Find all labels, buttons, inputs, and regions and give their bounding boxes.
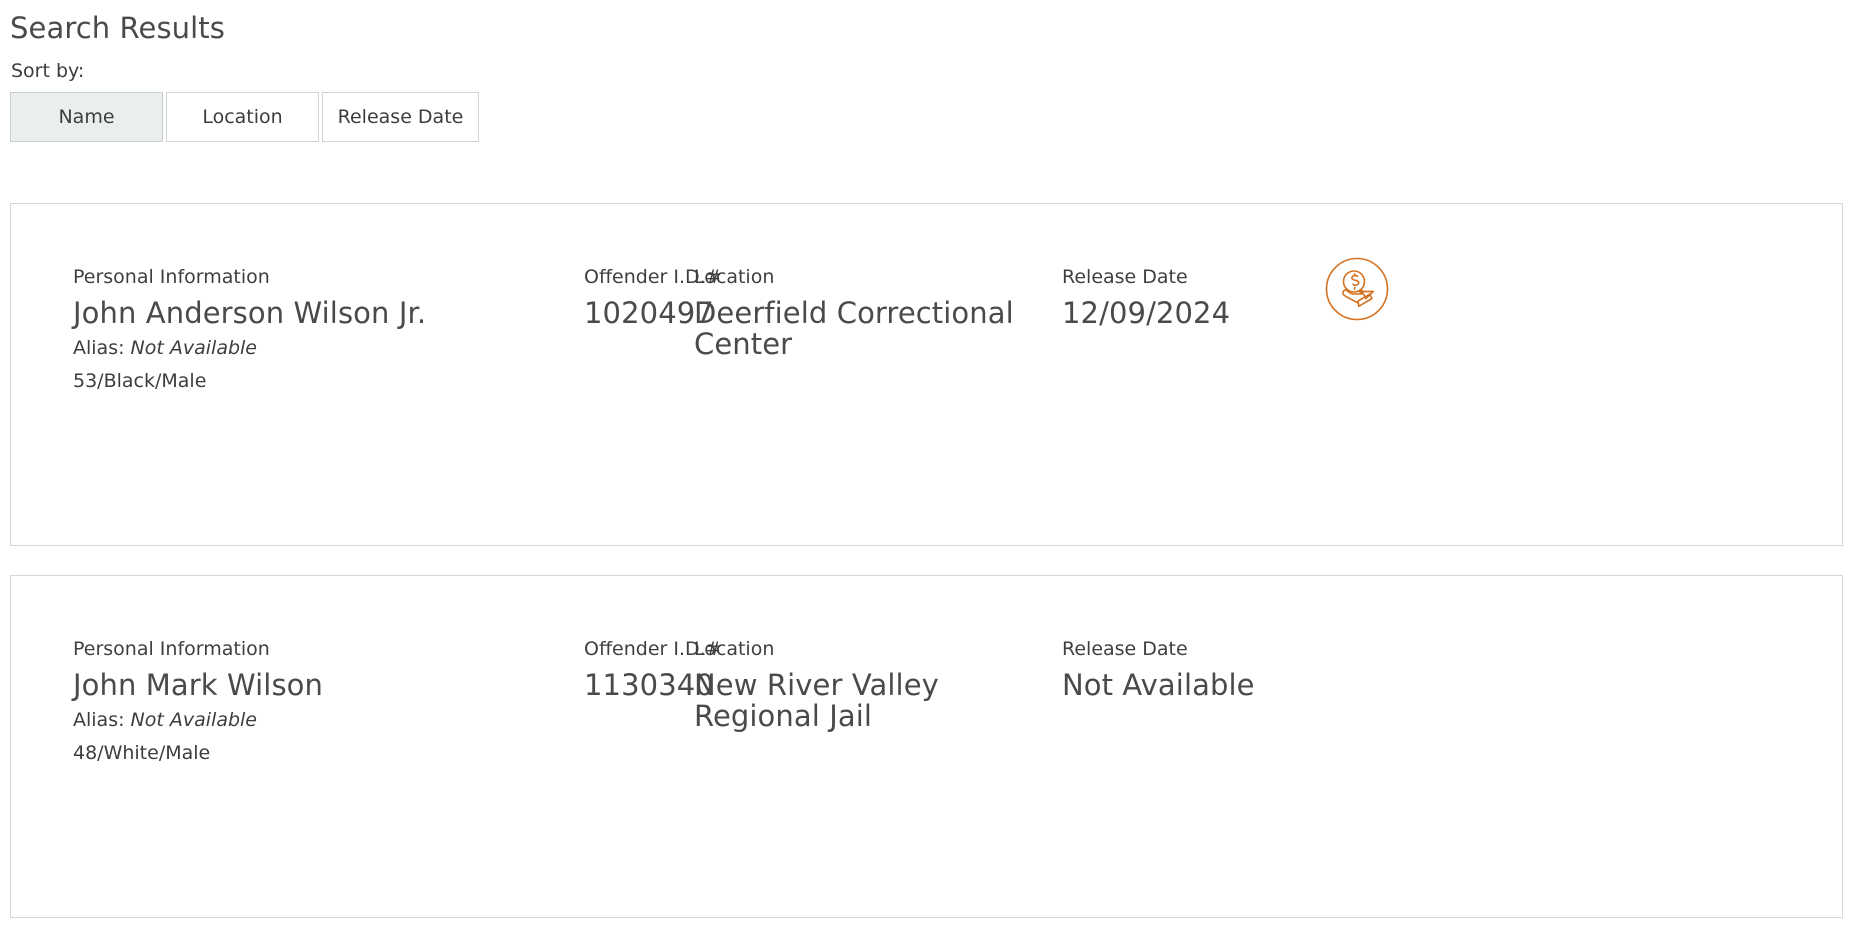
sort-by-label: Sort by: [11, 60, 85, 82]
column-header-release-date: Release Date [1062, 266, 1188, 288]
sort-button-group: Name Location Release Date [10, 92, 479, 142]
column-header-location: Location [694, 266, 775, 288]
offender-name: John Anderson Wilson Jr. [73, 295, 427, 330]
result-card-grid: Personal Information John Anderson Wilso… [11, 204, 1842, 545]
column-header-location: Location [694, 638, 775, 660]
offender-name: John Mark Wilson [73, 667, 323, 702]
column-header-personal-information: Personal Information [73, 638, 270, 660]
column-personal-information: Personal Information John Anderson Wilso… [73, 266, 483, 394]
column-header-personal-information: Personal Information [73, 266, 270, 288]
result-card[interactable]: Personal Information John Anderson Wilso… [10, 203, 1843, 546]
result-card[interactable]: Personal Information John Mark Wilson Al… [10, 575, 1843, 918]
column-header-release-date: Release Date [1062, 638, 1188, 660]
alias-label: Alias: [73, 708, 125, 731]
column-release-date: Release Date Not Available [1062, 638, 1312, 701]
column-personal-information: Personal Information John Mark Wilson Al… [73, 638, 483, 766]
sort-button-release-date[interactable]: Release Date [322, 92, 479, 142]
sort-button-name[interactable]: Name [10, 92, 163, 142]
offender-demographics: 48/White/Male [73, 742, 211, 765]
offender-demographics: 53/Black/Male [73, 370, 207, 393]
alias-value: Not Available [130, 708, 257, 731]
page-title: Search Results [10, 11, 225, 46]
hand-holding-money-icon[interactable] [1324, 256, 1390, 322]
column-location: Location New River Valley Regional Jail [694, 638, 1024, 731]
alias-value: Not Available [130, 336, 257, 359]
sort-button-location[interactable]: Location [166, 92, 319, 142]
location-value: Deerfield Correctional Center [694, 295, 1014, 361]
offender-alias: Alias: Not Available [73, 709, 483, 733]
search-results-page: Search Results Sort by: Name Location Re… [0, 0, 1868, 934]
location-value: New River Valley Regional Jail [694, 667, 939, 733]
result-card-grid: Personal Information John Mark Wilson Al… [11, 576, 1842, 917]
release-date-value: Not Available [1062, 667, 1255, 702]
offender-alias: Alias: Not Available [73, 337, 483, 361]
release-date-value: 12/09/2024 [1062, 295, 1231, 330]
column-release-date: Release Date 12/09/2024 [1062, 266, 1312, 329]
results-list: Personal Information John Anderson Wilso… [10, 203, 1843, 918]
column-location: Location Deerfield Correctional Center [694, 266, 1024, 359]
alias-label: Alias: [73, 336, 125, 359]
